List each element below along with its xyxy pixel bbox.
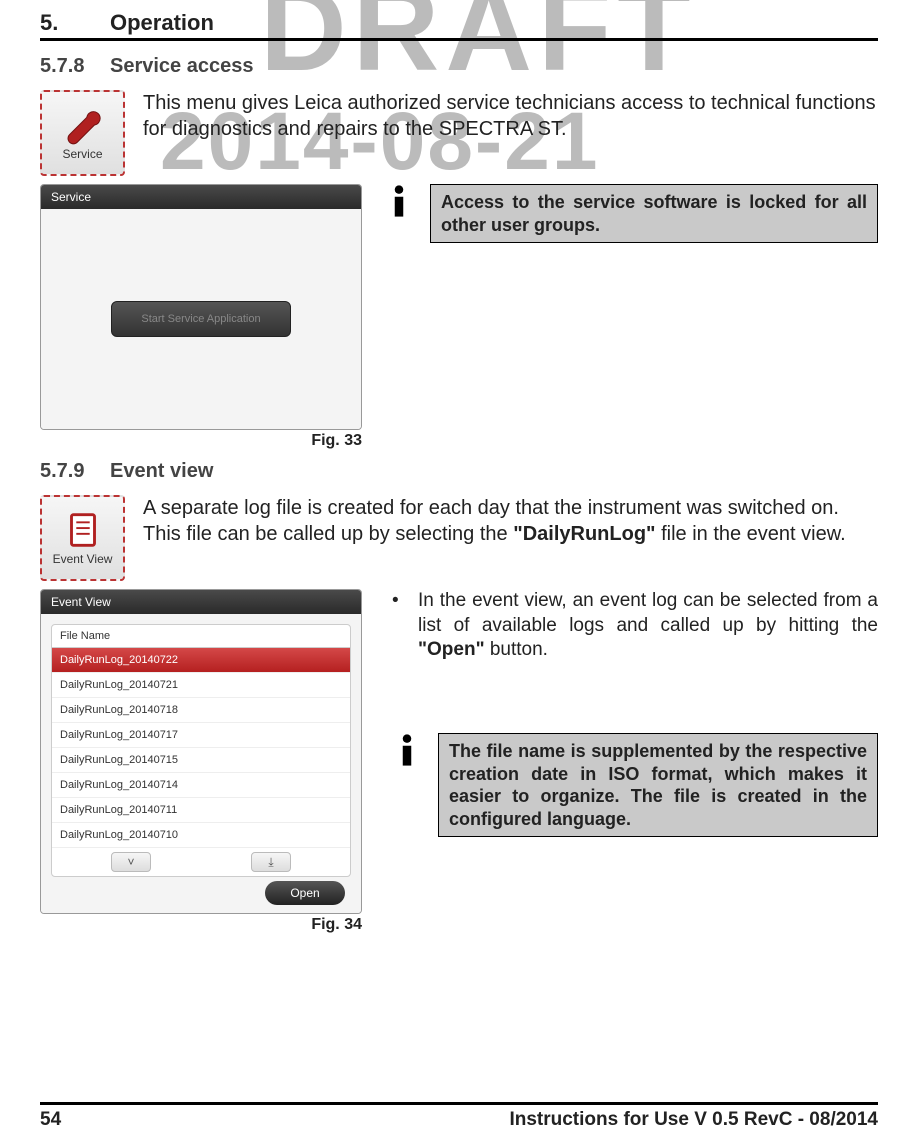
start-service-button[interactable]: Start Service Application: [111, 301, 291, 337]
section-578-title: Service access: [110, 55, 253, 78]
scroll-end-button[interactable]: ⤓: [251, 852, 291, 872]
section-578-number: 5.7.8: [40, 55, 110, 78]
fig33-title: Service: [41, 185, 361, 209]
eventview-tile-label: Event View: [53, 552, 113, 566]
file-row[interactable]: DailyRunLog_20140710: [52, 823, 350, 848]
info-icon: [390, 733, 438, 772]
document-icon: [60, 510, 106, 550]
bullet-579: • In the event view, an event log can be…: [390, 589, 878, 663]
fig34-title: Event View: [41, 590, 361, 614]
fig33-screenshot: Service Start Service Application: [40, 184, 362, 430]
section-579-title: Event view: [110, 460, 213, 483]
page-footer: 54 Instructions for Use V 0.5 RevC - 08/…: [40, 1102, 878, 1131]
wrench-icon: [60, 105, 106, 145]
chapter-header: 5. Operation: [40, 10, 878, 41]
fig33-caption: Fig. 33: [40, 432, 362, 450]
file-row[interactable]: DailyRunLog_20140714: [52, 773, 350, 798]
section-579-heading: 5.7.9 Event view: [40, 460, 878, 483]
service-tile-label: Service: [62, 147, 102, 161]
file-row[interactable]: DailyRunLog_20140718: [52, 698, 350, 723]
service-tile-icon: Service: [40, 90, 125, 176]
eventview-tile-icon: Event View: [40, 495, 125, 581]
fig34-caption: Fig. 34: [40, 916, 362, 934]
chapter-number: 5.: [40, 10, 110, 36]
chapter-title: Operation: [110, 10, 214, 36]
file-list-header: File Name: [52, 625, 350, 648]
file-row[interactable]: DailyRunLog_20140722: [52, 648, 350, 673]
open-button[interactable]: Open: [265, 881, 345, 905]
scroll-down-button[interactable]: ˅: [111, 852, 151, 872]
section-579-intro: A separate log file is created for each …: [143, 495, 878, 547]
section-578-heading: 5.7.8 Service access: [40, 55, 878, 78]
note-578: Access to the service software is locked…: [430, 184, 878, 243]
file-row[interactable]: DailyRunLog_20140717: [52, 723, 350, 748]
file-row[interactable]: DailyRunLog_20140715: [52, 748, 350, 773]
section-579-number: 5.7.9: [40, 460, 110, 483]
info-icon: [382, 184, 430, 223]
fig34-screenshot: Event View File Name DailyRunLog_2014072…: [40, 589, 362, 914]
note-579: The file name is supplemented by the res…: [438, 733, 878, 837]
page-number: 54: [40, 1109, 61, 1131]
doc-version: Instructions for Use V 0.5 RevC - 08/201…: [509, 1109, 878, 1131]
file-row[interactable]: DailyRunLog_20140711: [52, 798, 350, 823]
section-578-intro: This menu gives Leica authorized service…: [143, 90, 878, 142]
file-row[interactable]: DailyRunLog_20140721: [52, 673, 350, 698]
